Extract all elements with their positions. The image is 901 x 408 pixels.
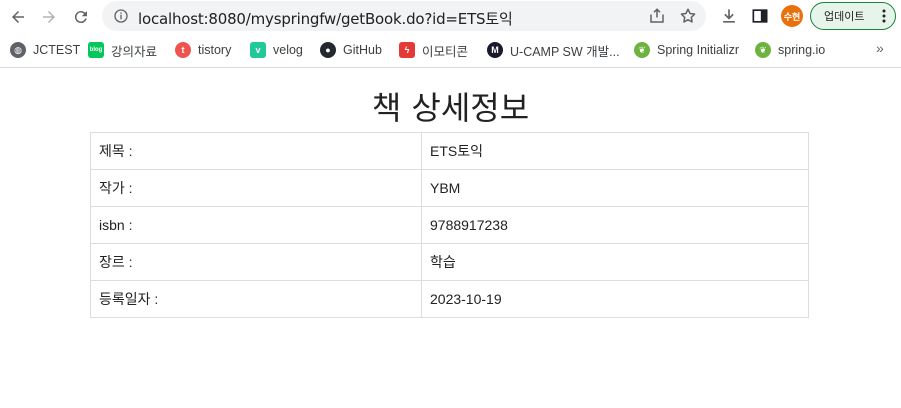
spring-icon: ❦	[634, 42, 650, 58]
ucamp-icon: M	[487, 42, 503, 58]
bookmark-tistory[interactable]: t tistory	[175, 40, 231, 60]
regdate-label: 등록일자 :	[90, 280, 422, 318]
bookmark-jctest[interactable]: ◍ JCTEST	[10, 40, 80, 60]
bookmark-label: 이모티콘	[422, 44, 469, 59]
star-icon[interactable]	[679, 7, 697, 25]
bookmark-label: tistory	[198, 43, 232, 57]
url-text[interactable]: localhost:8080/myspringfw/getBook.do?id=…	[138, 8, 513, 29]
arrow-left-icon	[12, 11, 24, 23]
arrow-right-icon	[43, 11, 55, 23]
emoticon-icon: ϟ	[399, 42, 415, 58]
isbn-value: 9788917238	[421, 206, 809, 244]
bookmarks-bar: ◍ JCTEST blog 강의자료 t tistory v velog ● G…	[0, 36, 901, 64]
info-icon[interactable]	[113, 8, 129, 24]
tistory-icon: t	[175, 42, 191, 58]
reload-icon	[74, 11, 87, 24]
more-vert-icon	[882, 9, 886, 23]
avatar[interactable]: 수현	[781, 5, 803, 27]
table-row: 작가 : YBM	[90, 169, 809, 207]
globe-icon: ◍	[10, 42, 26, 58]
genre-value: 학습	[421, 243, 809, 281]
table-row: 등록일자 : 2023-10-19	[90, 280, 809, 318]
bookmark-label: spring.io	[778, 43, 826, 57]
table-row: isbn : 9788917238	[90, 206, 809, 244]
browser-toolbar: localhost:8080/myspringfw/getBook.do?id=…	[0, 0, 901, 33]
velog-icon: v	[250, 42, 266, 58]
toolbar-divider	[0, 67, 901, 68]
page-title: 책 상세정보	[371, 89, 530, 127]
bookmarks-overflow-icon[interactable]: »	[876, 40, 884, 56]
update-button[interactable]: 업데이트	[810, 2, 896, 30]
bookmark-label: JCTEST	[33, 43, 81, 57]
address-bar[interactable]: localhost:8080/myspringfw/getBook.do?id=…	[102, 1, 706, 31]
bookmark-label: Spring Initializr	[657, 43, 739, 57]
book-detail-table: 제목 : ETS토익 작가 : YBM isbn : 9788917238 장르…	[90, 132, 809, 318]
spring-icon: ❦	[755, 42, 771, 58]
regdate-value: 2023-10-19	[421, 280, 809, 318]
bookmark-emoticon[interactable]: ϟ 이모티콘	[399, 40, 468, 60]
title-value: ETS토익	[421, 132, 809, 170]
bookmark-label: GitHub	[343, 43, 382, 57]
bookmark-ucamp[interactable]: M U-CAMP SW 개발...	[487, 40, 620, 60]
forward-button[interactable]	[36, 4, 62, 30]
genre-label: 장르 :	[90, 243, 422, 281]
bookmark-label: U-CAMP SW 개발...	[510, 44, 620, 59]
reload-button[interactable]	[68, 4, 94, 30]
back-button[interactable]	[5, 4, 31, 30]
update-label: 업데이트	[824, 11, 865, 23]
table-row: 제목 : ETS토익	[90, 132, 809, 170]
share-icon[interactable]	[648, 7, 666, 25]
author-label: 작가 :	[90, 169, 422, 207]
download-icon[interactable]	[719, 6, 739, 26]
bookmark-velog[interactable]: v velog	[250, 40, 303, 60]
bookmark-label: velog	[273, 43, 303, 57]
side-panel-icon[interactable]	[750, 6, 770, 26]
isbn-label: isbn :	[90, 206, 422, 244]
table-row: 장르 : 학습	[90, 243, 809, 281]
bookmark-spring-io[interactable]: ❦ spring.io	[755, 40, 825, 60]
bookmark-lecture[interactable]: blog 강의자료	[88, 40, 157, 60]
bookmark-spring-initializr[interactable]: ❦ Spring Initializr	[634, 40, 739, 60]
bookmark-label: 강의자료	[111, 44, 158, 59]
github-icon: ●	[320, 42, 336, 58]
bookmark-github[interactable]: ● GitHub	[320, 40, 382, 60]
title-label: 제목 :	[90, 132, 422, 170]
blog-icon: blog	[88, 42, 104, 58]
author-value: YBM	[421, 169, 809, 207]
